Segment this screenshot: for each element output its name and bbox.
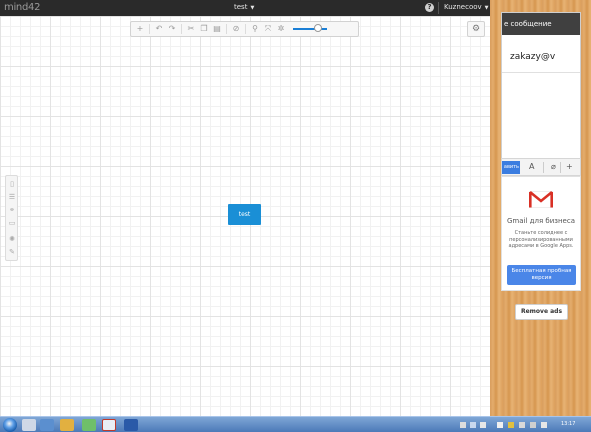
divider xyxy=(543,162,544,173)
side-panel: ▯ ☰ ⚭ ▭ ✺ ✎ xyxy=(5,175,18,261)
divider xyxy=(181,24,182,34)
network-icon[interactable] xyxy=(497,422,503,428)
search-icon[interactable]: ⚲ xyxy=(250,24,260,34)
clock[interactable]: 13:17 xyxy=(561,421,575,427)
explorer-icon[interactable] xyxy=(22,419,36,431)
divider xyxy=(149,24,150,34)
ad-title: Gmail для бизнеса xyxy=(506,217,575,225)
sun-icon[interactable]: ✺ xyxy=(8,235,16,243)
user-name: Kuznecoov xyxy=(444,3,482,11)
help-icon[interactable]: ? xyxy=(425,3,434,12)
compose-title[interactable]: е сообщение xyxy=(502,13,580,35)
attach-icon[interactable]: ⌀ xyxy=(551,162,556,171)
gmail-ad: Gmail для бизнеса Станьте солиднее с пер… xyxy=(501,176,581,291)
tray-icon[interactable] xyxy=(541,422,547,428)
yandex-browser-icon[interactable] xyxy=(102,419,116,431)
taskbar: 13:17 xyxy=(0,416,591,432)
volume-icon[interactable] xyxy=(519,422,525,428)
tray-icon[interactable] xyxy=(508,422,514,428)
document-title: test xyxy=(234,3,248,11)
redo-icon[interactable]: ↷ xyxy=(167,24,177,34)
recipient-field[interactable]: zakazy@v xyxy=(502,35,580,73)
paste-icon[interactable]: ▤ xyxy=(212,24,222,34)
link-icon[interactable]: ⚭ xyxy=(8,206,16,214)
divider xyxy=(226,24,227,34)
remove-ads-button[interactable]: Remove ads xyxy=(515,304,568,320)
trial-button[interactable]: Бесплатная пробная версия xyxy=(507,265,576,285)
mindmap-node[interactable]: test xyxy=(228,204,261,225)
tray-icon[interactable] xyxy=(480,422,486,428)
note-icon[interactable]: ▯ xyxy=(8,180,16,188)
fit-icon[interactable]: ⤧ xyxy=(263,24,273,34)
divider xyxy=(560,162,561,173)
list-icon[interactable]: ☰ xyxy=(8,193,16,201)
user-menu[interactable]: Kuznecoov ▼ xyxy=(444,3,489,11)
editor-toolbar: + ↶ ↷ ✂ ❐ ▤ ⊘ ⚲ ⤧ ✲ xyxy=(130,21,359,37)
undo-icon[interactable]: ↶ xyxy=(154,24,164,34)
tray-icon[interactable] xyxy=(470,422,476,428)
add-icon[interactable]: + xyxy=(566,162,573,171)
chevron-down-icon: ▼ xyxy=(250,5,255,11)
app-logo[interactable]: mind42 xyxy=(4,2,40,13)
tray-icon[interactable] xyxy=(460,422,466,428)
settings-button[interactable]: ⚙ xyxy=(467,21,485,37)
folder-icon[interactable] xyxy=(60,419,74,431)
document-title-menu[interactable]: test ▼ xyxy=(234,3,254,11)
add-node-icon[interactable]: + xyxy=(135,24,145,34)
compose-toolbar: авить A ⌀ + xyxy=(501,158,581,176)
copy-icon[interactable]: ❐ xyxy=(199,24,209,34)
gmail-logo-icon xyxy=(529,191,553,208)
zoom-slider[interactable] xyxy=(293,24,327,32)
start-button[interactable] xyxy=(3,418,17,432)
app-icon[interactable] xyxy=(82,419,96,431)
zoom-slider-handle[interactable] xyxy=(314,24,322,32)
ie-icon[interactable] xyxy=(40,419,54,431)
cut-icon[interactable]: ✂ xyxy=(186,24,196,34)
compose-window: е сообщение zakazy@v xyxy=(501,12,581,174)
delete-icon[interactable]: ⊘ xyxy=(231,24,241,34)
tray-icon[interactable] xyxy=(530,422,536,428)
chevron-down-icon: ▼ xyxy=(484,5,489,11)
ad-text: Станьте солиднее с персонализированными … xyxy=(508,230,574,249)
recipient-value: zakazy@v xyxy=(510,52,556,62)
paint-icon[interactable]: ✎ xyxy=(8,248,16,256)
top-bar: mind42 test ▼ ? Kuznecoov ▼ xyxy=(0,0,490,16)
image-icon[interactable]: ▭ xyxy=(8,219,16,227)
auto-layout-icon[interactable]: ✲ xyxy=(276,24,286,34)
divider xyxy=(438,2,439,14)
divider xyxy=(245,24,246,34)
send-button[interactable]: авить xyxy=(502,161,520,174)
word-icon[interactable] xyxy=(124,419,138,431)
format-text-icon[interactable]: A xyxy=(529,162,534,171)
gear-icon: ⚙ xyxy=(471,24,481,34)
